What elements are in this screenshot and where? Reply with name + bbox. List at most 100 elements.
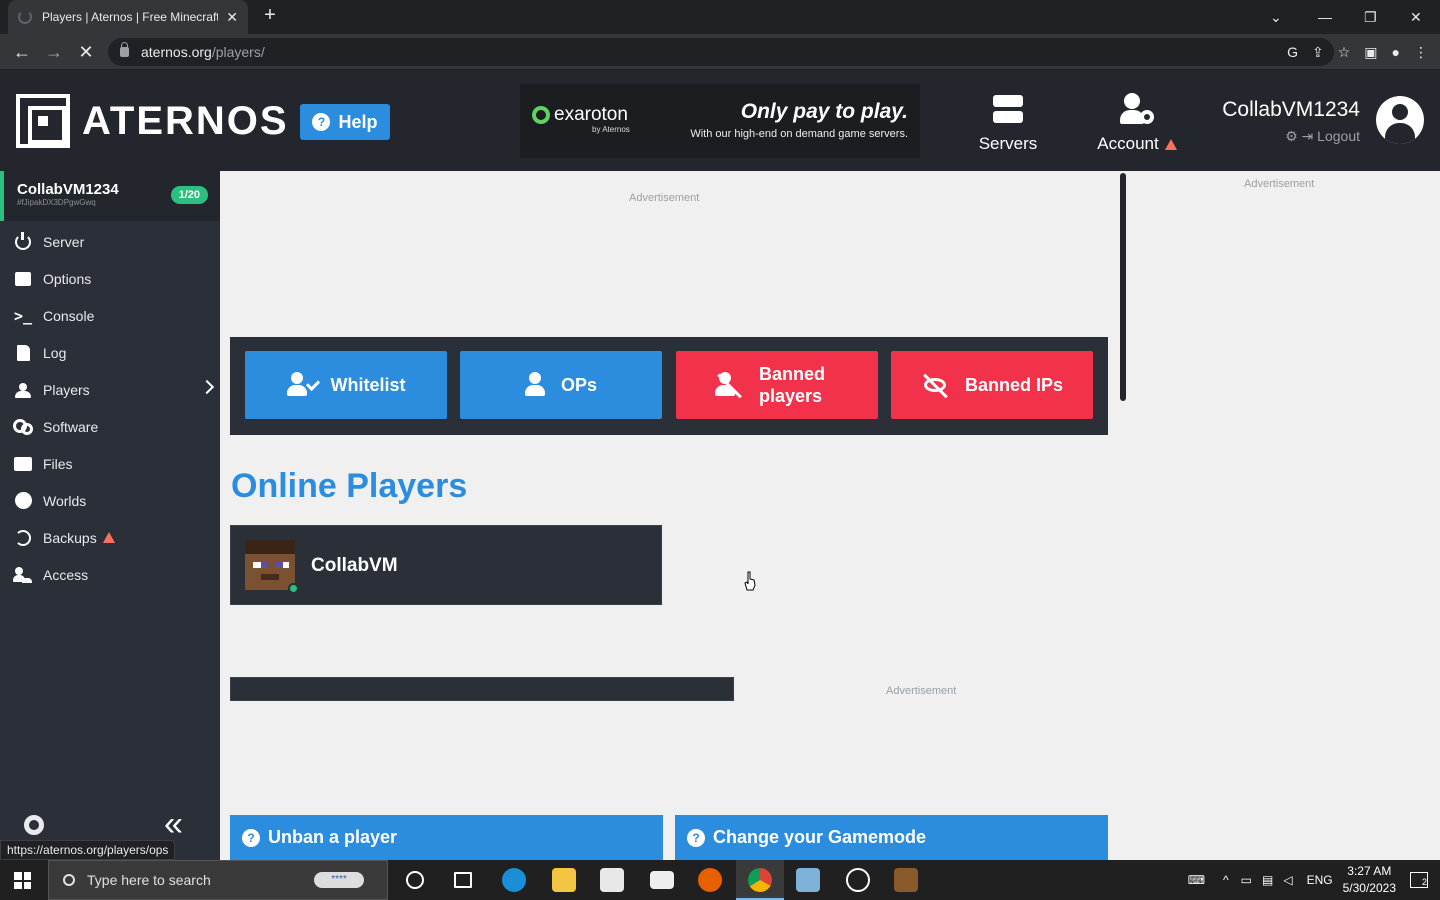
exaroton-brand: exaroton	[532, 104, 628, 126]
sidebar-item-worlds[interactable]: Worlds	[0, 482, 220, 519]
back-button[interactable]: ←	[10, 40, 34, 64]
tab-search-icon[interactable]: ⌄	[1270, 0, 1282, 34]
profile-icon[interactable]: ●	[1392, 44, 1400, 60]
browser-tab[interactable]: Players | Aternos | Free Minecraft ✕	[8, 0, 248, 34]
new-tab-button[interactable]: +	[258, 4, 282, 27]
player-card[interactable]: CollabVM	[230, 525, 662, 605]
sidebar-item-options[interactable]: Options	[0, 260, 220, 297]
exaroton-banner[interactable]: exaroton by Aternos Only pay to play. Wi…	[520, 84, 920, 158]
side-panel-icon[interactable]: ▣	[1364, 44, 1377, 61]
firefox-icon[interactable]	[698, 868, 722, 892]
sidebar-item-players[interactable]: Players	[0, 371, 220, 408]
chrome-icon[interactable]	[748, 868, 772, 892]
logo-text: ATERNOS	[82, 98, 289, 143]
minimize-button[interactable]: —	[1318, 0, 1332, 34]
faq-change-gamemode[interactable]: ? Change your Gamemode	[675, 815, 1108, 860]
banned-players-button[interactable]: Banned players	[676, 351, 878, 419]
browser-actions: G ⇪ ☆ ▣ ● ⋮	[1287, 34, 1428, 70]
help-button[interactable]: ? Help	[300, 104, 390, 140]
clock[interactable]: 3:27 AM 5/30/2023	[1343, 863, 1396, 897]
chevron-right-icon	[199, 379, 215, 395]
notifications-icon[interactable]: 2	[1410, 872, 1428, 888]
online-status-dot	[288, 583, 299, 594]
microsoft-store-icon[interactable]	[600, 868, 624, 892]
feedback-hub-icon[interactable]	[846, 868, 870, 892]
options-icon	[15, 271, 31, 286]
servers-icon	[993, 95, 1023, 123]
player-skin-avatar	[245, 540, 295, 590]
sidebar-item-server[interactable]: Server	[0, 223, 220, 260]
main-content: Advertisement Advertisement Whitelist OP…	[220, 171, 1440, 860]
edge-icon[interactable]	[502, 868, 526, 892]
lock-icon	[120, 42, 129, 57]
eye-slash-icon	[921, 372, 951, 399]
sidebar-menu: Server Options >_ Console Log Players So…	[0, 223, 220, 593]
file-icon	[16, 344, 30, 361]
player-lists-panel: Whitelist OPs Banned players Banned IPs	[230, 337, 1108, 435]
users-icon	[13, 382, 33, 398]
address-bar[interactable]: aternos.org/players/	[108, 38, 1334, 66]
share-icon[interactable]: ⇪	[1312, 44, 1324, 61]
user-check-icon	[286, 372, 320, 398]
network-icon[interactable]: ▤	[1262, 873, 1273, 887]
notepad-icon[interactable]	[796, 868, 820, 892]
system-tray: ⌨ ^ ▭ ▤ ◁ ENG 3:27 AM 5/30/2023 2	[1188, 860, 1440, 900]
terminal-icon: >_	[13, 306, 33, 325]
menu-kebab-icon[interactable]: ⋮	[1414, 44, 1428, 61]
forward-button[interactable]: →	[42, 40, 66, 64]
meet-now-icon[interactable]: ▭	[1241, 873, 1252, 887]
mail-icon[interactable]	[650, 871, 674, 889]
power-icon	[15, 231, 31, 250]
server-card[interactable]: CollabVM1234 #fJipakDX3DPgwGwq 1/20	[0, 171, 220, 221]
whitelist-button[interactable]: Whitelist	[245, 351, 447, 419]
sidebar-item-software[interactable]: Software	[0, 408, 220, 445]
task-view-icon[interactable]	[454, 872, 472, 888]
question-icon: ?	[687, 828, 705, 847]
language-indicator[interactable]: ENG	[1307, 873, 1333, 887]
file-explorer-icon[interactable]	[552, 868, 576, 892]
chevron-up-icon[interactable]: ^	[1223, 873, 1229, 887]
search-icon	[63, 874, 75, 886]
sidebar-item-backups[interactable]: Backups	[0, 519, 220, 556]
cortana-icon[interactable]	[406, 871, 424, 889]
help-label: Help	[338, 111, 378, 132]
close-window-button[interactable]: ✕	[1410, 0, 1422, 34]
faq-unban-player[interactable]: ? Unban a player	[230, 815, 663, 860]
sidebar-item-access[interactable]: Access	[0, 556, 220, 593]
avatar[interactable]	[1376, 96, 1424, 144]
logout-link[interactable]: Logout	[1317, 128, 1360, 144]
sidebar-settings-gear-icon[interactable]	[24, 815, 44, 835]
url-host: aternos.org	[141, 44, 212, 60]
user-slash-icon	[715, 372, 745, 399]
search-placeholder: Type here to search	[87, 872, 211, 888]
banned-ips-button[interactable]: Banned IPs	[891, 351, 1093, 419]
server-id: #fJipakDX3DPgwGwq	[17, 198, 96, 207]
google-icon[interactable]: G	[1287, 44, 1298, 60]
nav-servers[interactable]: Servers	[978, 92, 1038, 154]
ops-button[interactable]: OPs	[460, 351, 662, 419]
sidebar-item-files[interactable]: Files	[0, 445, 220, 482]
exaroton-logo-icon	[532, 106, 550, 124]
stop-loading-button[interactable]: ✕	[74, 40, 98, 64]
windows-start-icon[interactable]	[14, 872, 31, 889]
tab-close-icon[interactable]: ✕	[226, 9, 238, 26]
aternos-logo[interactable]: ATERNOS	[16, 94, 289, 148]
settings-gear-icon[interactable]: ⚙	[1285, 128, 1298, 144]
bookmark-star-icon[interactable]: ☆	[1338, 44, 1351, 61]
minecraft-icon[interactable]	[894, 868, 918, 892]
warning-icon	[102, 532, 115, 543]
password-lock-icon: ****	[314, 872, 364, 888]
sidebar-item-console[interactable]: >_ Console	[0, 297, 220, 334]
exaroton-by: by Aternos	[592, 125, 630, 134]
sidebar-item-log[interactable]: Log	[0, 334, 220, 371]
restore-button[interactable]: ❐	[1364, 0, 1377, 34]
user-block: CollabVM1234 ⚙ ⇥ Logout	[1214, 98, 1360, 145]
keyboard-icon[interactable]: ⌨	[1188, 873, 1205, 887]
account-settings-icon	[1120, 93, 1154, 125]
nav-account[interactable]: Account	[1092, 92, 1182, 154]
globe-icon	[14, 492, 32, 509]
volume-muted-icon[interactable]: ◁	[1283, 873, 1292, 887]
link-status-bar: https://aternos.org/players/ops	[0, 840, 176, 860]
collapse-sidebar-button[interactable]: «	[164, 807, 183, 841]
scrollbar[interactable]	[1120, 173, 1126, 401]
